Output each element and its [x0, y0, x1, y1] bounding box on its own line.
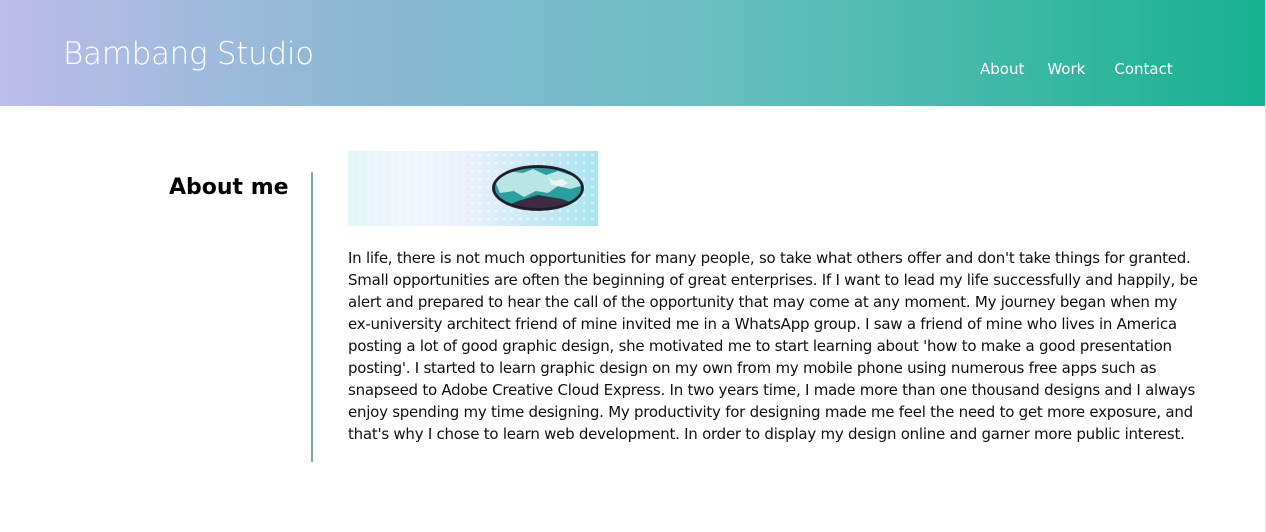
- about-section-title: About me: [169, 175, 289, 200]
- site-header: Bambang Studio About Work Contact: [0, 0, 1265, 106]
- about-paragraph: In life, there is not much opportunities…: [348, 249, 1198, 443]
- nav-link-about[interactable]: About: [980, 59, 1024, 79]
- nav-link-contact[interactable]: Contact: [1114, 59, 1172, 79]
- about-image: [348, 151, 598, 226]
- globe-illustration-icon: [348, 151, 598, 226]
- page: Bambang Studio About Work Contact About …: [0, 0, 1266, 532]
- nav-link-work[interactable]: Work: [1047, 59, 1085, 79]
- section-divider: [311, 172, 313, 462]
- main-nav: About Work Contact: [980, 59, 1173, 79]
- brand-logo-text[interactable]: Bambang Studio: [63, 34, 314, 74]
